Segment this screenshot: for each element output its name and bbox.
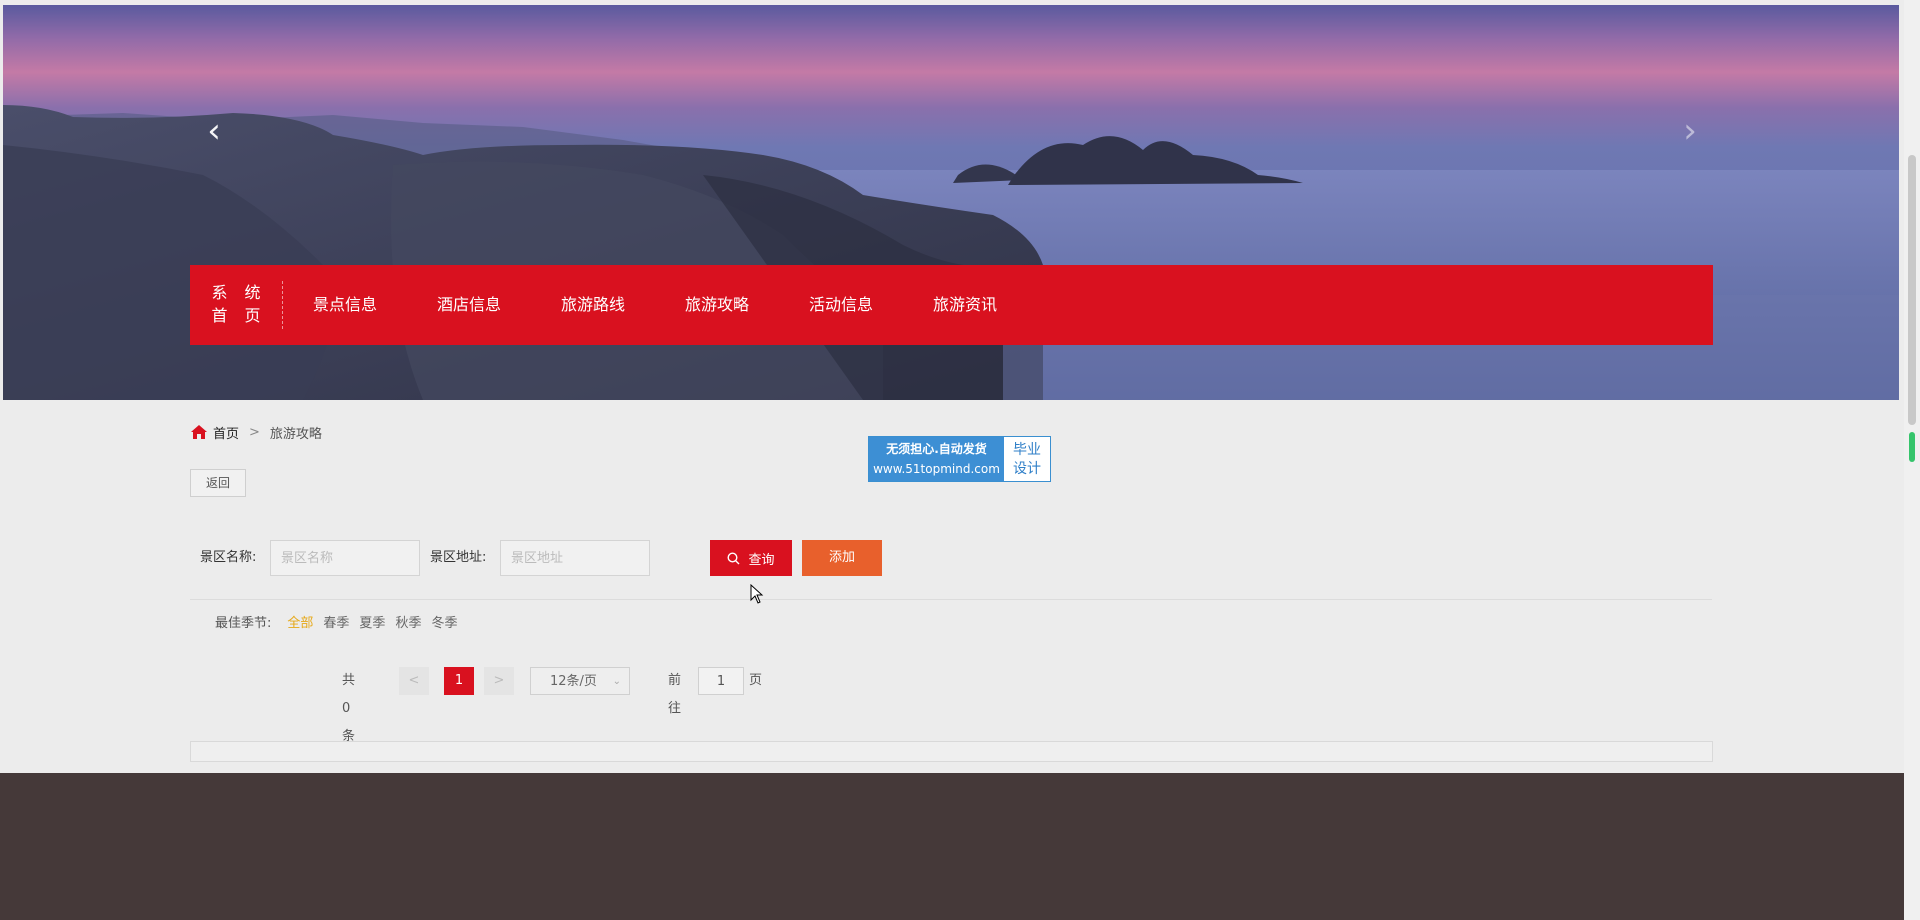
season-filter: 最佳季节: 全部 春季 夏季 秋季 冬季 — [215, 610, 467, 632]
query-button-label: 查询 — [748, 552, 775, 568]
divider — [190, 599, 1712, 600]
promo-ad-badge: 毕业 设计 — [1004, 437, 1050, 481]
page-size-value: 12条/页 — [550, 674, 597, 689]
pagination-goto-input[interactable]: 1 — [698, 667, 744, 695]
nav-system-home[interactable]: 系 统 首 页 — [190, 281, 283, 329]
add-button[interactable]: 添加 — [802, 540, 882, 576]
carousel-prev-button[interactable]: ‹ — [199, 113, 229, 149]
promo-ad-line2: www.51topmind.com — [873, 462, 1000, 476]
breadcrumb: 首页 > 旅游攻略 — [190, 421, 322, 443]
nav-item-travel-routes[interactable]: 旅游路线 — [531, 265, 655, 345]
main-navbar: 系 统 首 页 景点信息 酒店信息 旅游路线 旅游攻略 活动信息 旅游资讯 — [190, 265, 1713, 345]
promo-ad-line1: 无须担心.自动发货 — [886, 442, 987, 456]
scrollbar-thumb[interactable] — [1908, 155, 1916, 425]
scenic-name-label: 景区名称: — [200, 550, 257, 565]
breadcrumb-current: 旅游攻略 — [269, 426, 322, 442]
breadcrumb-home-link[interactable]: 首页 — [213, 423, 239, 442]
promo-ad[interactable]: 无须担心.自动发货 www.51topmind.com 毕业 设计 — [868, 436, 1051, 482]
back-button[interactable]: 返回 — [190, 469, 246, 497]
season-option-autumn[interactable]: 秋季 — [395, 612, 421, 631]
pagination-goto-label: 前往 — [668, 673, 682, 716]
carousel-next-button[interactable]: › — [1675, 113, 1705, 149]
page-footer — [0, 773, 1904, 920]
scenic-name-input[interactable] — [270, 540, 420, 576]
promo-ad-badge-line1: 毕业 — [1013, 442, 1041, 458]
nav-home-label-line2: 首 页 — [211, 306, 267, 325]
breadcrumb-separator: > — [249, 424, 260, 440]
nav-menu: 景点信息 酒店信息 旅游路线 旅游攻略 活动信息 旅游资讯 — [283, 265, 1027, 345]
pagination-page-1[interactable]: 1 — [444, 667, 474, 695]
promo-ad-badge-line2: 设计 — [1013, 461, 1041, 477]
scenic-address-input[interactable] — [500, 540, 650, 576]
season-option-spring[interactable]: 春季 — [323, 612, 349, 631]
season-filter-label: 最佳季节: — [215, 615, 272, 631]
home-icon — [191, 425, 207, 439]
pagination-page-suffix: 页 — [749, 673, 763, 688]
scenic-address-label: 景区地址: — [430, 550, 487, 565]
scrollbar-marker — [1909, 432, 1915, 462]
query-button[interactable]: 查询 — [710, 540, 792, 576]
nav-item-travel-guides[interactable]: 旅游攻略 — [655, 265, 779, 345]
nav-home-label-line1: 系 统 — [211, 283, 267, 302]
promo-ad-text: 无须担心.自动发货 www.51topmind.com — [869, 437, 1004, 481]
nav-item-activities[interactable]: 活动信息 — [779, 265, 903, 345]
search-icon — [727, 551, 740, 564]
season-option-summer[interactable]: 夏季 — [359, 612, 385, 631]
chevron-down-icon: ⌄ — [612, 676, 621, 687]
season-option-winter[interactable]: 冬季 — [431, 612, 457, 631]
results-list — [190, 741, 1713, 762]
pagination-prev-button[interactable]: < — [399, 667, 429, 695]
mouse-cursor-icon — [750, 584, 764, 604]
page-size-select[interactable]: 12条/页 ⌄ — [530, 667, 630, 695]
nav-item-travel-news[interactable]: 旅游资讯 — [903, 265, 1027, 345]
pagination-total: 共 0 条 — [342, 673, 356, 744]
pagination-next-button[interactable]: > — [484, 667, 514, 695]
season-option-all[interactable]: 全部 — [287, 612, 313, 631]
vertical-scrollbar[interactable] — [1904, 0, 1920, 920]
nav-item-hotels[interactable]: 酒店信息 — [407, 265, 531, 345]
nav-item-scenic-spots[interactable]: 景点信息 — [283, 265, 407, 345]
